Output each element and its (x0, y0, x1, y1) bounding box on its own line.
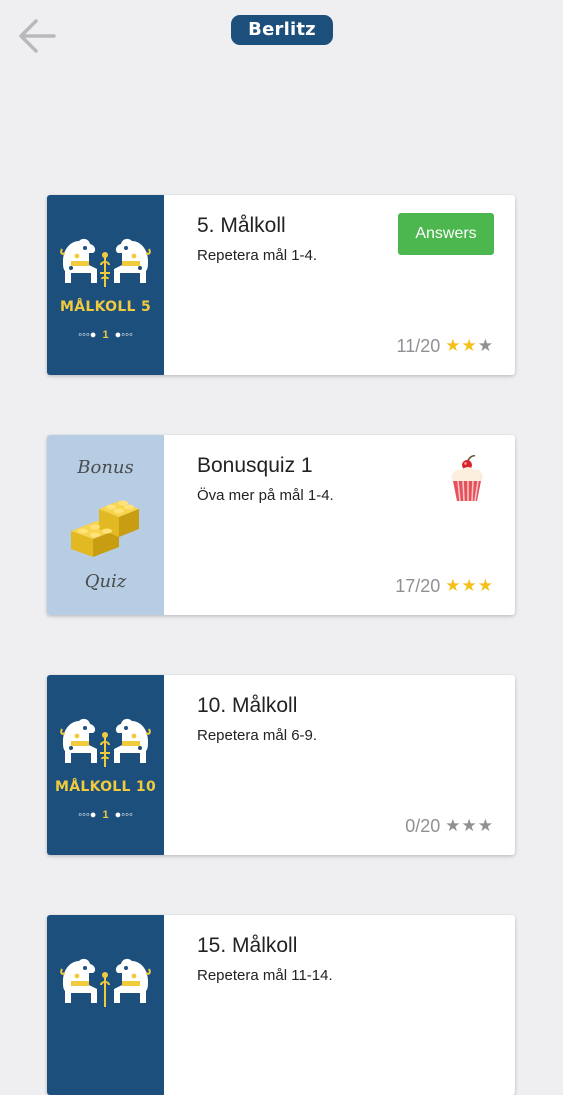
lesson-subtitle: Repetera mål 11-14. (197, 967, 333, 984)
thumbnail-label: MÅLKOLL 5 (60, 299, 151, 315)
star-empty-icon: ★ (461, 815, 477, 836)
thumbnail-ornament: ◦◦◦● 1 ●◦◦◦ (47, 329, 164, 341)
lesson-title: Bonusquiz 1 (197, 454, 313, 477)
thumbnail-top-text: Bonus (77, 457, 134, 478)
lesson-card-bonusquiz-1[interactable]: Bonus Quiz Bonusquiz 1 Öva mer på mål 1-… (47, 435, 515, 615)
score-text: 0/20 (405, 815, 441, 836)
thumbnail-ornament: ◦◦◦● 1 ●◦◦◦ (47, 809, 164, 821)
bricks-icon (71, 500, 139, 557)
lesson-card-malkoll-10[interactable]: MÅLKOLL 10 ◦◦◦● 1 ●◦◦◦ 10. Målkoll Repeter… (47, 675, 515, 855)
score-rating: 11/20 ★ ★ ★ (397, 334, 493, 358)
lesson-title: 10. Målkoll (197, 694, 298, 717)
back-button[interactable] (16, 14, 60, 58)
star-filled-icon: ★ (461, 335, 477, 356)
star-filled-icon: ★ (477, 575, 493, 596)
arrow-left-icon (19, 19, 56, 53)
ornament-dots-left: ◦◦◦● (78, 809, 97, 821)
ornament-dots-right: ●◦◦◦ (114, 329, 133, 341)
berlitz-logo: Berlitz (231, 15, 333, 45)
lesson-thumbnail (47, 915, 164, 1095)
ornament-number: 1 (102, 809, 109, 821)
thumbnail-label: MÅLKOLL 10 (54, 779, 156, 795)
star-empty-icon: ★ (477, 335, 493, 356)
score-text: 11/20 (396, 335, 441, 356)
ornament-dots-right: ●◦◦◦ (114, 809, 133, 821)
star-filled-icon: ★ (461, 575, 477, 596)
star-filled-icon: ★ (445, 335, 461, 356)
dala-horses-icon (60, 958, 151, 1007)
lesson-thumbnail: Bonus Quiz (47, 435, 164, 615)
dala-horses-icon (60, 238, 151, 287)
cupcake-icon (451, 455, 483, 502)
score-rating: 0/20 ★ ★ ★ (405, 814, 493, 838)
lesson-thumbnail: MÅLKOLL 5 ◦◦◦● 1 ●◦◦◦ (47, 195, 164, 375)
lesson-card-malkoll-5[interactable]: MÅLKOLL 5 ◦◦◦● 1 ●◦◦◦ 5. Målkoll Repetera … (47, 195, 515, 375)
score-rating: 17/20 ★ ★ ★ (395, 574, 493, 598)
thumbnail-bottom-text: Quiz (84, 571, 127, 592)
ornament-number: 1 (102, 329, 109, 341)
lesson-subtitle: Repetera mål 6-9. (197, 727, 318, 744)
lesson-subtitle: Repetera mål 1-4. (197, 247, 318, 264)
ornament-dots-left: ◦◦◦● (78, 329, 97, 341)
lesson-thumbnail: MÅLKOLL 10 ◦◦◦● 1 ●◦◦◦ (47, 675, 164, 855)
lesson-card-malkoll-15[interactable]: 15. Målkoll Repetera mål 11-14. (47, 915, 515, 1095)
answers-button[interactable]: Answers (398, 213, 494, 255)
top-bar: Berlitz (0, 0, 563, 70)
score-text: 17/20 (395, 575, 441, 596)
dala-horses-icon (60, 718, 151, 767)
lesson-subtitle: Öva mer på mål 1-4. (197, 487, 334, 504)
star-empty-icon: ★ (445, 815, 461, 836)
lesson-title: 5. Målkoll (197, 214, 286, 237)
star-filled-icon: ★ (445, 575, 461, 596)
lesson-title: 15. Målkoll (197, 934, 298, 957)
star-empty-icon: ★ (477, 815, 493, 836)
